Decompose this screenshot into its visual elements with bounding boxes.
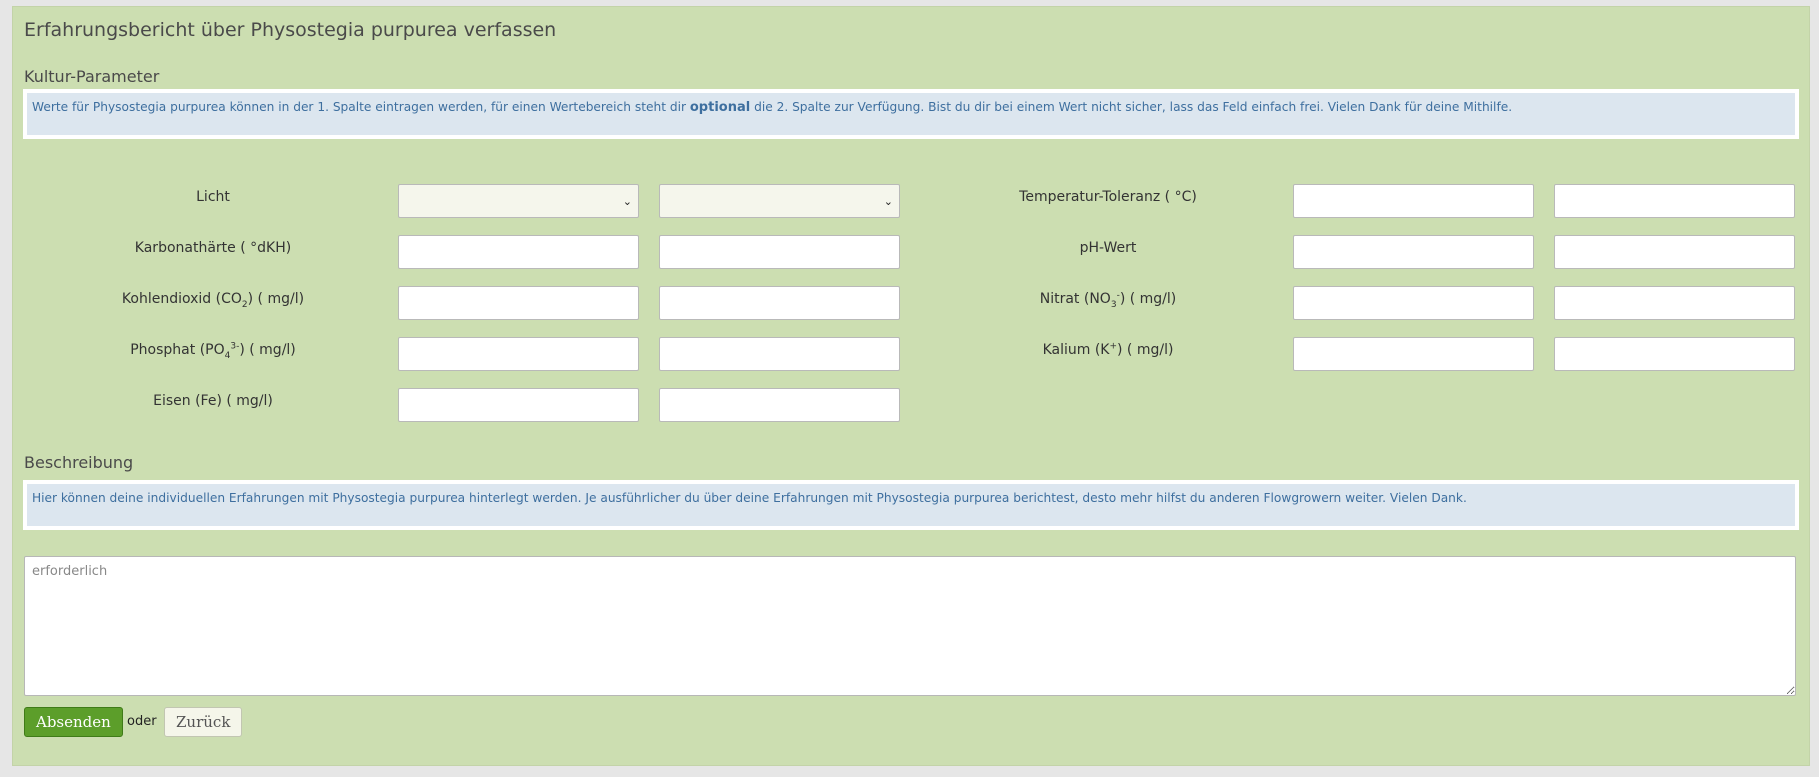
- temperatur-input-2[interactable]: [1554, 184, 1795, 218]
- licht-select-1[interactable]: ⌄: [398, 184, 639, 218]
- eisen-input-1[interactable]: [398, 388, 639, 422]
- description-textarea[interactable]: [24, 556, 1796, 696]
- ph-wert-input-2[interactable]: [1554, 235, 1795, 269]
- nitrat-input-2[interactable]: [1554, 286, 1795, 320]
- label-ph-wert: pH-Wert: [1079, 240, 1137, 256]
- label-kalium: Kalium (K+) ( mg/l): [1042, 341, 1174, 358]
- label-karbonathaerte: Karbonathärte ( °dKH): [134, 240, 292, 256]
- section-title-beschreibung: Beschreibung: [24, 453, 134, 472]
- kohlendioxid-input-2[interactable]: [659, 286, 900, 320]
- eisen-input-2[interactable]: [659, 388, 900, 422]
- kohlendioxid-input-1[interactable]: [398, 286, 639, 320]
- experience-report-panel: Erfahrungsbericht über Physostegia purpu…: [12, 6, 1810, 766]
- submit-button[interactable]: Absenden: [24, 707, 123, 737]
- phosphat-input-1[interactable]: [398, 337, 639, 371]
- chevron-down-icon: ⌄: [883, 195, 893, 208]
- or-text: oder: [127, 714, 157, 729]
- label-phosphat: Phosphat (PO43-) ( mg/l): [130, 341, 296, 361]
- kalium-input-2[interactable]: [1554, 337, 1795, 371]
- label-nitrat: Nitrat (NO3-) ( mg/l): [1039, 290, 1177, 310]
- label-licht: Licht: [196, 189, 230, 205]
- kultur-info-text-1: Werte für Physostegia purpurea können in…: [32, 100, 690, 114]
- beschreibung-info-text: Hier können deine individuellen Erfahrun…: [27, 484, 1795, 526]
- label-eisen: Eisen (Fe) ( mg/l): [153, 393, 273, 409]
- karbonathaerte-input-1[interactable]: [398, 235, 639, 269]
- beschreibung-info-box: Hier können deine individuellen Erfahrun…: [23, 480, 1799, 530]
- kultur-info-text-2: die 2. Spalte zur Verfügung. Bist du dir…: [750, 100, 1513, 114]
- chevron-down-icon: ⌄: [622, 195, 632, 208]
- phosphat-input-2[interactable]: [659, 337, 900, 371]
- temperatur-input-1[interactable]: [1293, 184, 1534, 218]
- section-title-kultur: Kultur-Parameter: [24, 67, 160, 86]
- karbonathaerte-input-2[interactable]: [659, 235, 900, 269]
- nitrat-input-1[interactable]: [1293, 286, 1534, 320]
- kalium-input-1[interactable]: [1293, 337, 1534, 371]
- kultur-info-bold: optional: [689, 100, 751, 115]
- kultur-info-box: Werte für Physostegia purpurea können in…: [23, 89, 1799, 139]
- label-temperatur: Temperatur-Toleranz ( °C): [1019, 189, 1197, 205]
- label-kohlendioxid: Kohlendioxid (CO2) ( mg/l): [121, 291, 305, 310]
- ph-wert-input-1[interactable]: [1293, 235, 1534, 269]
- back-button[interactable]: Zurück: [164, 707, 243, 737]
- page-title: Erfahrungsbericht über Physostegia purpu…: [24, 19, 557, 41]
- licht-select-2[interactable]: ⌄: [659, 184, 900, 218]
